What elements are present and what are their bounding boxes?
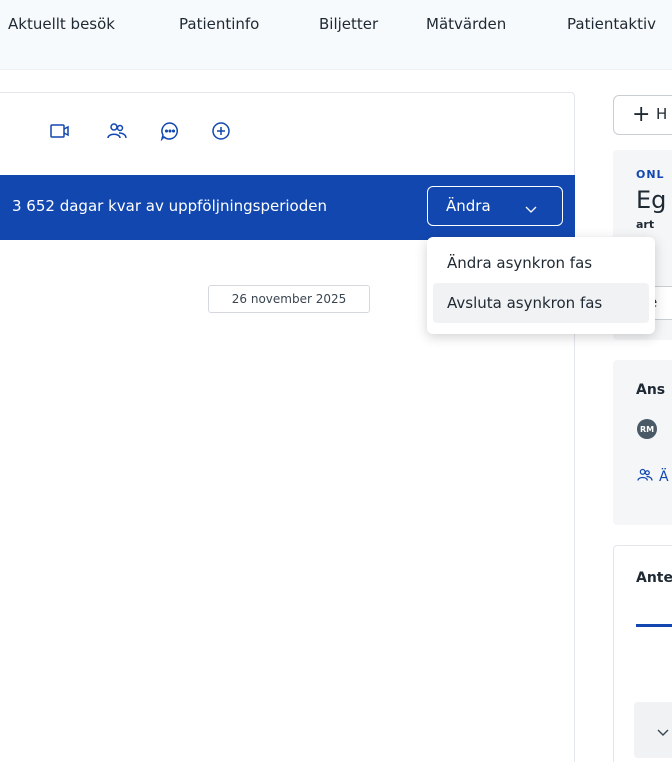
timeline-date-chip: 26 november 2025 xyxy=(208,285,370,313)
change-phase-menu: Ändra asynkron fas Avsluta asynkron fas xyxy=(427,237,655,334)
change-button[interactable]: Ändra xyxy=(427,186,563,226)
notes-expander[interactable] xyxy=(634,702,672,758)
visit-type-label: ONL xyxy=(636,168,665,181)
participants-icon[interactable] xyxy=(107,121,127,141)
add-button-label: H xyxy=(656,105,668,123)
visit-title: Eg xyxy=(636,186,667,214)
responsible-card: Ans RM Ä xyxy=(613,360,672,525)
tab-tickets[interactable]: Biljetter xyxy=(319,15,378,33)
timeline-date: 26 november 2025 xyxy=(231,292,347,306)
chevron-down-icon xyxy=(524,200,538,218)
video-icon[interactable] xyxy=(50,121,70,141)
avatar: RM xyxy=(637,419,657,439)
menu-item-end-async-phase[interactable]: Avsluta asynkron fas xyxy=(433,283,649,323)
follow-up-days-text: 3 652 dagar kvar av uppföljningsperioden xyxy=(12,197,327,215)
tab-patient-info[interactable]: Patientinfo xyxy=(179,15,259,33)
plus-icon: + xyxy=(632,102,651,127)
follow-up-banner: 3 652 dagar kvar av uppföljningsperioden… xyxy=(0,175,575,240)
change-responsible-link[interactable]: Ä xyxy=(637,468,669,486)
top-navigation: Aktuellt besök Patientinfo Biljetter Mät… xyxy=(0,0,672,70)
responsible-title: Ans xyxy=(636,382,666,398)
tab-measurements[interactable]: Mätvärden xyxy=(426,15,506,33)
participants-icon xyxy=(637,468,653,486)
notes-tab[interactable]: Ante xyxy=(636,570,672,586)
chevron-down-icon xyxy=(656,722,670,741)
visit-subtitle: art xyxy=(636,218,655,231)
add-button[interactable]: + H xyxy=(613,95,672,135)
tab-patient-activities[interactable]: Patientaktiv xyxy=(567,15,656,33)
add-circle-icon[interactable] xyxy=(211,121,231,141)
chat-icon[interactable] xyxy=(160,121,180,141)
notes-card: Ante xyxy=(613,545,672,762)
tab-current-visit[interactable]: Aktuellt besök xyxy=(8,15,115,33)
menu-item-change-async-phase[interactable]: Ändra asynkron fas xyxy=(433,243,649,283)
change-button-label: Ändra xyxy=(446,197,491,215)
active-tab-indicator xyxy=(636,624,672,627)
change-responsible-label: Ä xyxy=(659,469,669,485)
